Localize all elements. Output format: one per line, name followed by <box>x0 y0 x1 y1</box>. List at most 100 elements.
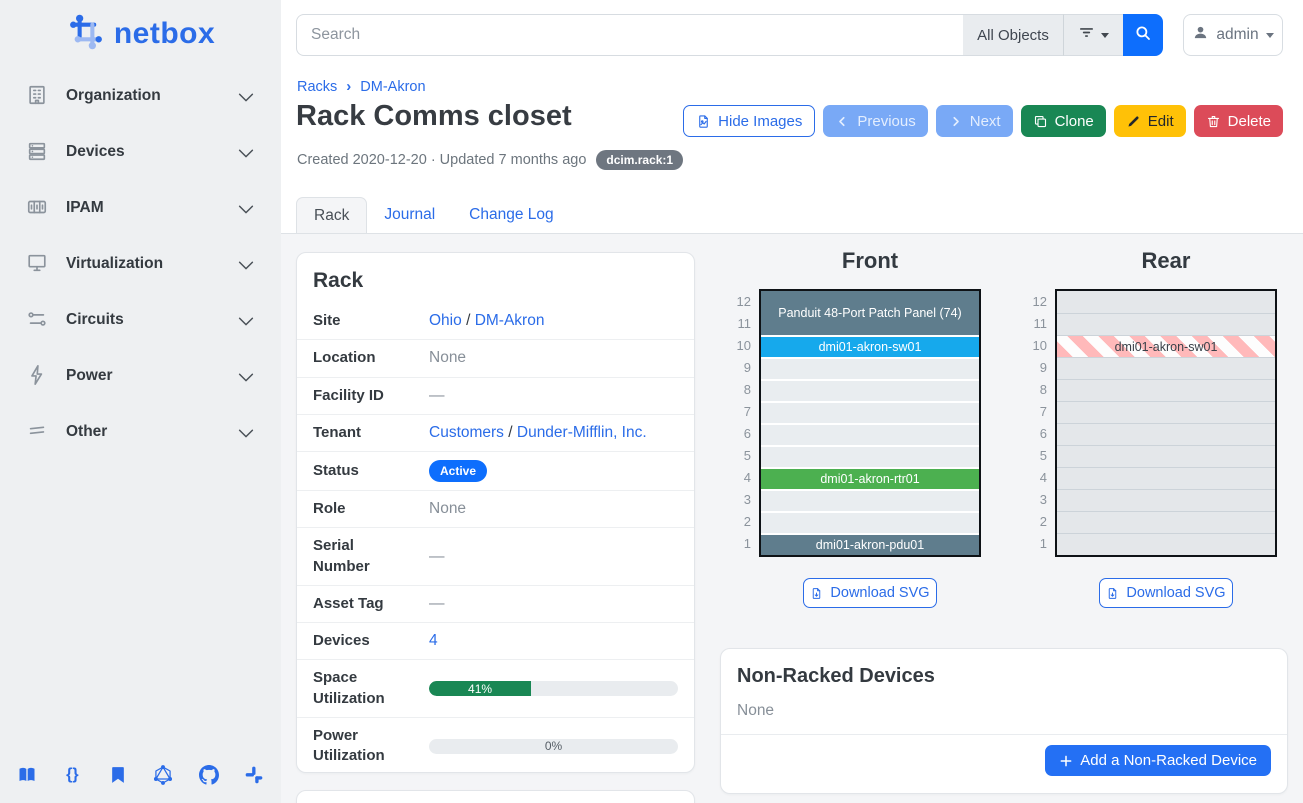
github-icon[interactable] <box>198 764 220 786</box>
sidebar: netbox OrganizationDevicesIPAMVirtualiza… <box>0 0 281 803</box>
rack-device-rear[interactable]: dmi01-akron-sw01 <box>1057 335 1275 357</box>
search-input[interactable] <box>296 14 963 56</box>
rear-unit-number: 3 <box>1017 489 1047 511</box>
search-submit-button[interactable] <box>1123 14 1163 56</box>
docs-book-icon[interactable] <box>16 764 38 786</box>
rear-elevation-title: Rear <box>1055 248 1277 274</box>
rear-unit-number: 7 <box>1017 401 1047 423</box>
user-menu-label: admin <box>1216 26 1258 44</box>
sidebar-item-power[interactable]: Power <box>0 348 281 404</box>
sidebar-footer: {} <box>0 755 281 795</box>
rear-unit-number: 8 <box>1017 379 1047 401</box>
filter-lines-icon <box>1078 24 1095 46</box>
sidebar-item-devices[interactable]: Devices <box>0 124 281 180</box>
add-non-racked-device-label: Add a Non-Racked Device <box>1080 752 1257 769</box>
site-link[interactable]: DM-Akron <box>475 312 545 329</box>
search-filter-button[interactable] <box>1063 14 1123 56</box>
breadcrumb-site-link[interactable]: DM-Akron <box>360 79 425 95</box>
sidebar-item-other[interactable]: Other <box>0 404 281 460</box>
attr-row-role: Role None <box>297 490 694 527</box>
attr-row-devices: Devices 4 <box>297 622 694 659</box>
hide-images-button[interactable]: Hide Images <box>683 105 815 137</box>
meta-line: Created 2020-12-20 · Updated 7 months ag… <box>297 150 683 170</box>
rack-device-front[interactable]: dmi01-akron-sw01 <box>761 335 979 357</box>
rack-device-front[interactable]: dmi01-akron-pdu01 <box>761 533 979 555</box>
graphql-icon[interactable] <box>152 764 174 786</box>
plus-icon <box>1059 754 1073 768</box>
rear-unit-number: 5 <box>1017 445 1047 467</box>
facility-id-label: Facility ID <box>313 386 413 406</box>
sidebar-item-organization[interactable]: Organization <box>0 68 281 124</box>
rear-empty-unit <box>1057 423 1275 445</box>
front-unit-number: 12 <box>721 291 751 313</box>
netbox-logo[interactable]: netbox <box>0 0 281 58</box>
space-utilization-label: Space Utilization <box>313 668 413 709</box>
breadcrumb-racks-link[interactable]: Racks <box>297 79 337 95</box>
lightning-icon <box>26 364 50 388</box>
sidebar-item-virtualization[interactable]: Virtualization <box>0 236 281 292</box>
object-type-label: All Objects <box>977 27 1049 44</box>
front-unit-number: 4 <box>721 467 751 489</box>
tenant-link[interactable]: Dunder-Mifflin, Inc. <box>517 424 647 441</box>
clone-button[interactable]: Clone <box>1021 105 1106 137</box>
rack-device-front[interactable]: dmi01-akron-rtr01 <box>761 467 979 489</box>
sidebar-item-ipam[interactable]: IPAM <box>0 180 281 236</box>
front-unit-number: 9 <box>721 357 751 379</box>
pencil-icon <box>1126 114 1141 129</box>
front-unit-number: 10 <box>721 335 751 357</box>
transit-icon <box>26 308 50 332</box>
sidebar-item-circuits[interactable]: Circuits <box>0 292 281 348</box>
tab-change-log[interactable]: Change Log <box>452 197 570 233</box>
next-button[interactable]: Next <box>936 105 1013 137</box>
object-id-badge: dcim.rack:1 <box>596 150 683 170</box>
front-empty-unit <box>761 511 979 533</box>
rear-empty-unit <box>1057 445 1275 467</box>
building-icon <box>26 84 50 108</box>
delete-button[interactable]: Delete <box>1194 105 1283 137</box>
next-label: Next <box>970 113 1001 130</box>
front-unit-number: 8 <box>721 379 751 401</box>
user-menu-button[interactable]: admin <box>1183 14 1283 56</box>
front-download-svg-label: Download SVG <box>830 585 929 601</box>
attr-row-serial-number: Serial Number — <box>297 527 694 585</box>
api-braces-icon[interactable]: {} <box>61 764 83 786</box>
copy-icon <box>1033 114 1048 129</box>
netbox-logo-text: netbox <box>114 17 215 51</box>
counter-icon <box>26 196 50 220</box>
attr-row-facility-id: Facility ID — <box>297 377 694 414</box>
tenant-group-link[interactable]: Customers <box>429 424 504 441</box>
rear-unit-number: 4 <box>1017 467 1047 489</box>
front-download-svg-button[interactable]: Download SVG <box>803 578 937 608</box>
power-utilization-bar: 0% <box>429 739 678 754</box>
rear-empty-unit <box>1057 291 1275 313</box>
breadcrumb-separator-icon: › <box>346 78 351 95</box>
api-docs-bookmark-icon[interactable] <box>107 764 129 786</box>
attr-row-power-utilization: Power Utilization 0% <box>297 717 694 775</box>
asset-tag-label: Asset Tag <box>313 594 413 614</box>
netbox-rack-page: netbox OrganizationDevicesIPAMVirtualiza… <box>0 0 1303 803</box>
rack-device-front[interactable]: Panduit 48-Port Patch Panel (74) <box>761 291 979 335</box>
chevron-down-icon <box>235 310 255 330</box>
devices-label: Devices <box>313 631 413 651</box>
tab-journal[interactable]: Journal <box>367 197 452 233</box>
rear-unit-number: 9 <box>1017 357 1047 379</box>
rack-card-title: Rack <box>297 253 694 303</box>
attr-row-asset-tag: Asset Tag — <box>297 585 694 622</box>
rear-unit-number: 11 <box>1017 313 1047 335</box>
status-label: Status <box>313 461 413 481</box>
front-empty-unit <box>761 401 979 423</box>
front-empty-unit <box>761 489 979 511</box>
rear-empty-unit <box>1057 379 1275 401</box>
edit-button[interactable]: Edit <box>1114 105 1186 137</box>
tab-rack[interactable]: Rack <box>296 197 367 234</box>
rear-download-svg-button[interactable]: Download SVG <box>1099 578 1233 608</box>
add-non-racked-device-button[interactable]: Add a Non-Racked Device <box>1045 745 1271 776</box>
site-region-link[interactable]: Ohio <box>429 312 462 329</box>
devices-count-link[interactable]: 4 <box>429 632 438 649</box>
object-type-button[interactable]: All Objects <box>963 14 1063 56</box>
front-unit-number: 3 <box>721 489 751 511</box>
rear-empty-unit <box>1057 401 1275 423</box>
attr-row-tenant: Tenant Customers / Dunder-Mifflin, Inc. <box>297 414 694 451</box>
slack-icon[interactable] <box>243 764 265 786</box>
previous-button[interactable]: Previous <box>823 105 927 137</box>
